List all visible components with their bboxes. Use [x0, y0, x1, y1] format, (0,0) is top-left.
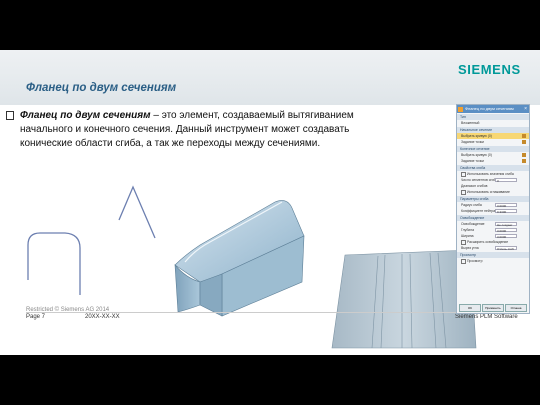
ok-button[interactable]: OK [459, 304, 481, 312]
depth-label: Глубина [461, 228, 474, 232]
section-curve-arch [27, 232, 81, 295]
checkbox[interactable] [461, 171, 466, 177]
smoothing-label: Использовать сглаживание [467, 190, 510, 194]
width-field[interactable]: 3.0000 [495, 234, 517, 239]
footer-page: Page 7 [26, 314, 46, 320]
bend-radius-field[interactable]: 3.0000 [495, 203, 517, 208]
end-point-row[interactable]: Задание точки [457, 158, 529, 164]
start-point-label: Задание точки [461, 140, 484, 144]
smoothing-row[interactable]: Использовать сглаживание [457, 189, 529, 195]
checkbox[interactable] [461, 189, 466, 195]
end-curve-label: Выбрать кривую (0) [461, 153, 492, 157]
start-curve-label: Выбрать кривую (0) [461, 134, 492, 138]
checkbox[interactable] [461, 239, 466, 245]
type-row[interactable]: Вложенный [457, 120, 529, 126]
segments-label: Число сегментов сгиба [461, 178, 498, 182]
segments-field[interactable]: 3 [495, 178, 517, 183]
neutral-factor-field[interactable]: 0.3300 [495, 209, 517, 214]
relief-label: Освобождение [461, 222, 485, 226]
sheet-metal-3d-model [331, 249, 477, 349]
corner-cut-label: Вырез угла [461, 246, 479, 250]
curve-select-icon[interactable] [522, 134, 526, 138]
footer-restricted: Restricted © Siemens AG 2014 [26, 307, 110, 313]
dialog-buttons: OK Применить Отмена [459, 304, 527, 312]
point-icon[interactable] [522, 140, 526, 144]
neutral-factor-label: Коэффициент нейтрали [461, 209, 500, 213]
use-bend-values-label: Использовать значения сгиба [467, 172, 514, 176]
depth-field[interactable]: 3.0000 [495, 228, 517, 233]
dialog-title: Фланец по двум сечениям [465, 106, 514, 111]
width-label: Ширина [461, 234, 474, 238]
bend-radius-label: Радиус сгиба [461, 203, 482, 207]
bend-range-label: Диапазон сгибов [461, 184, 488, 188]
footer-company: Siemens PLM Software [455, 314, 518, 320]
footer-date: 20XX-XX-XX [85, 314, 120, 320]
preview-row[interactable]: Просмотр [457, 258, 529, 264]
dialog-titlebar[interactable]: Фланец по двум сечениям × [457, 105, 529, 113]
apply-button[interactable]: Применить [482, 304, 504, 312]
close-icon[interactable]: × [524, 105, 527, 113]
start-point-row[interactable]: Задание точки [457, 139, 529, 145]
relief-select[interactable]: Не создает [495, 222, 517, 227]
lofted-flange-3d-model [174, 200, 305, 317]
corner-cut-row[interactable]: Вырез угла Отсечь сгиб [457, 245, 529, 251]
preview-label: Просмотр [467, 259, 483, 263]
section-curve-peak [118, 185, 156, 239]
flange-feature-icon [458, 106, 463, 112]
presentation-slide: Фланец по двум сечениям SIEMENS Фланец п… [0, 50, 540, 355]
corner-cut-select[interactable]: Отсечь сгиб [495, 246, 517, 251]
checkbox[interactable] [461, 258, 466, 264]
end-point-label: Задание точки [461, 159, 484, 163]
cancel-button[interactable]: Отмена [505, 304, 527, 312]
flange-dialog[interactable]: Фланец по двум сечениям × Тип Вложенный … [456, 104, 530, 314]
point-icon[interactable] [522, 159, 526, 163]
neutral-factor-row[interactable]: Коэффициент нейтрали 0.3300 [457, 208, 529, 214]
curve-select-icon[interactable] [522, 153, 526, 157]
type-label: Вложенный [461, 121, 480, 125]
extend-relief-label: Расширить освобождение [467, 240, 509, 244]
